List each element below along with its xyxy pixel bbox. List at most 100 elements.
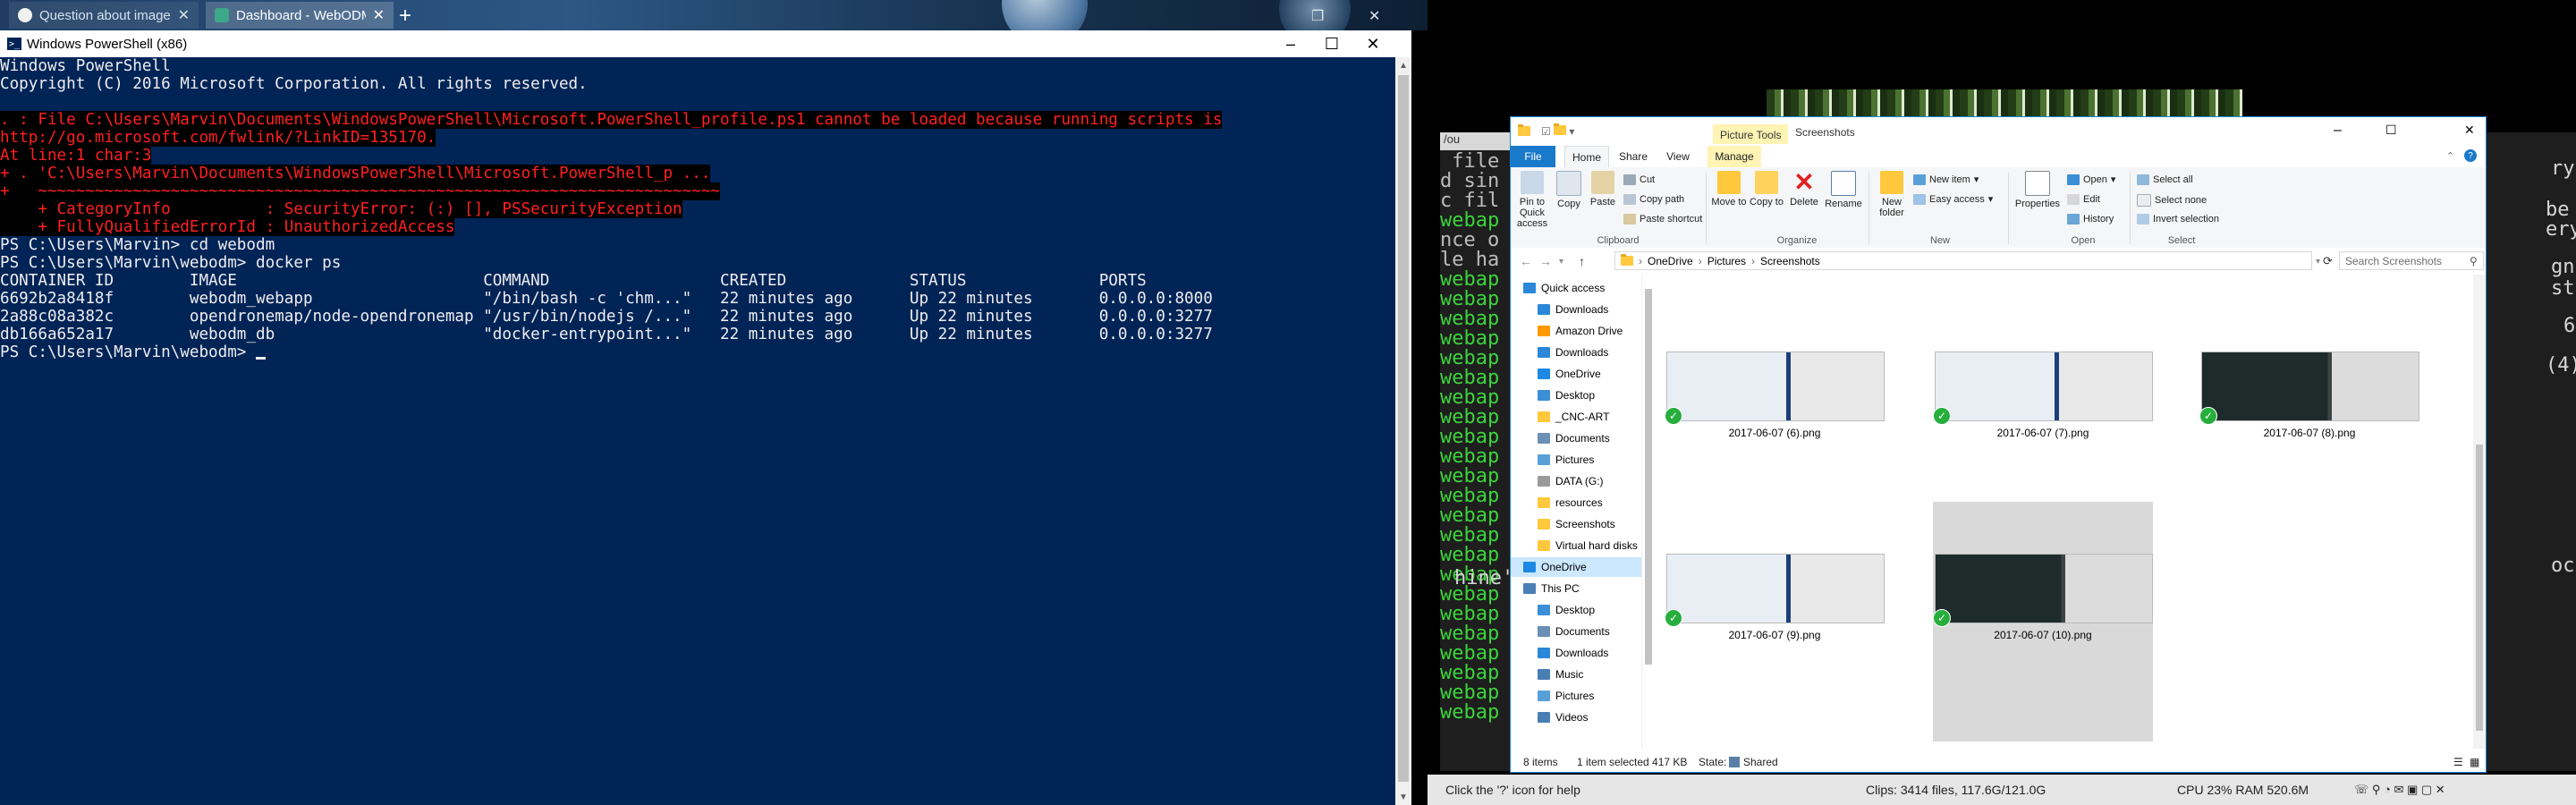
details-view-icon[interactable]: ☰ bbox=[2453, 756, 2463, 768]
new-item-button[interactable]: New item ▾ bbox=[1913, 174, 1979, 185]
cut-button[interactable]: Cut bbox=[1623, 174, 1655, 185]
nav-item-onedrive[interactable]: OneDrive⚲ bbox=[1511, 364, 1641, 384]
paste-button[interactable]: Paste bbox=[1588, 171, 1618, 208]
restore-icon[interactable]: ❐ bbox=[1311, 7, 1324, 25]
thumbnail-view-icon[interactable]: ▦ bbox=[2470, 756, 2479, 768]
refresh-icon[interactable]: ⟳ bbox=[2323, 254, 2333, 268]
content-scrollbar[interactable] bbox=[2473, 275, 2486, 749]
powershell-console[interactable]: Windows PowerShell Copyright (C) 2016 Mic… bbox=[0, 57, 1395, 805]
nav-item-onedrive[interactable]: OneDrive bbox=[1511, 557, 1641, 577]
nav-item-screenshots[interactable]: Screenshots bbox=[1511, 514, 1641, 534]
nav-item-virtual-hard-disks[interactable]: Virtual hard disks bbox=[1511, 536, 1641, 555]
breadcrumb-onedrive[interactable]: OneDrive bbox=[1648, 255, 1693, 267]
nav-item-label: Virtual hard disks bbox=[1555, 539, 1638, 552]
tray-icons[interactable]: ☏ ⚲ ◔ ✉ ▣ ▢ ✕ bbox=[2354, 783, 2445, 797]
address-bar[interactable]: › OneDrive › Pictures › Screenshots bbox=[1614, 251, 2312, 270]
nav-item-data-g[interactable]: DATA (G:) bbox=[1511, 471, 1641, 491]
properties-button[interactable]: Properties bbox=[2013, 171, 2062, 209]
help-icon[interactable]: ? bbox=[2464, 149, 2477, 162]
browser-tab-webodm[interactable]: Dashboard - WebODM ✕ bbox=[206, 2, 394, 29]
nav-item-downloads[interactable]: Downloads bbox=[1511, 643, 1641, 663]
select-all-button[interactable]: Select all bbox=[2137, 174, 2193, 185]
close-tab-icon[interactable]: ✕ bbox=[178, 6, 190, 24]
nav-item-desktop[interactable]: Desktop⚲ bbox=[1511, 386, 1641, 405]
easy-access-button[interactable]: Easy access ▾ bbox=[1913, 194, 1993, 205]
paste-shortcut-button[interactable]: Paste shortcut bbox=[1623, 214, 1702, 225]
forward-icon[interactable]: → bbox=[1539, 254, 1552, 268]
new-tab-button[interactable]: + bbox=[399, 4, 411, 29]
nav-item-music[interactable]: Music bbox=[1511, 665, 1641, 684]
nav-item-amazon-drive[interactable]: Amazon Drive⚲ bbox=[1511, 321, 1641, 341]
tab-manage[interactable]: Manage bbox=[1707, 146, 1761, 167]
navigation-scrollbar[interactable] bbox=[1641, 275, 1655, 749]
background-terminal-text: hine' bbox=[1454, 567, 1514, 589]
scroll-thumb[interactable] bbox=[1398, 75, 1409, 782]
edit-button[interactable]: Edit bbox=[2067, 194, 2100, 205]
quick-access-toolbar[interactable]: ☑ ▾ bbox=[1541, 123, 1574, 138]
scroll-thumb[interactable] bbox=[1645, 289, 1652, 665]
recent-dropdown-icon[interactable]: ▾ bbox=[1559, 257, 1563, 267]
file-item[interactable]: ✓ 2017-06-07 (6).png bbox=[1665, 275, 1885, 514]
select-none-button[interactable]: Select none bbox=[2137, 194, 2207, 207]
console-line: PS C:\Users\Marvin> cd webodm bbox=[0, 236, 1395, 254]
window-close-icon[interactable]: ✕ bbox=[1368, 7, 1380, 25]
close-button[interactable]: ✕ bbox=[1352, 30, 1394, 57]
nav-item-label: Desktop bbox=[1555, 604, 1596, 616]
nav-item-downloads[interactable]: Downloads⚲ bbox=[1511, 300, 1641, 319]
breadcrumb-screenshots[interactable]: Screenshots bbox=[1760, 255, 1820, 267]
scroll-up-icon[interactable]: ▲ bbox=[1395, 57, 1411, 73]
invert-selection-button[interactable]: Invert selection bbox=[2137, 214, 2219, 225]
minimize-button[interactable]: – bbox=[2334, 123, 2342, 139]
help-hint: Click the '?' icon for help bbox=[1445, 783, 1580, 797]
console-line: + FullyQualifiedErrorId : UnauthorizedAc… bbox=[0, 218, 1395, 236]
browser-tab-question[interactable]: Question about image uplo ✕ bbox=[9, 2, 199, 29]
tab-file[interactable]: File bbox=[1511, 146, 1555, 167]
search-input[interactable]: Search Screenshots bbox=[2339, 251, 2484, 270]
sync-status-icon: ✓ bbox=[1665, 609, 1682, 627]
console-scrollbar[interactable]: ▲ ▼ bbox=[1395, 57, 1411, 805]
up-icon[interactable]: ↑ bbox=[1579, 254, 1585, 268]
background-status-bar: Click the '?' icon for help Clips: 3414 … bbox=[1428, 775, 2576, 805]
ribbon-collapse-icon[interactable]: ⌃ bbox=[2446, 150, 2454, 162]
open-button[interactable]: Open ▾ bbox=[2067, 174, 2115, 185]
nav-item-this-pc[interactable]: This PC bbox=[1511, 579, 1641, 598]
close-tab-icon[interactable]: ✕ bbox=[373, 6, 385, 24]
maximize-button[interactable]: ☐ bbox=[2385, 123, 2397, 138]
nav-item-pictures[interactable]: Pictures⚲ bbox=[1511, 450, 1641, 470]
nav-item-desktop[interactable]: Desktop bbox=[1511, 600, 1641, 620]
minimize-button[interactable]: – bbox=[1270, 30, 1311, 57]
tab-view[interactable]: View bbox=[1657, 146, 1699, 167]
nav-item-downloads[interactable]: Downloads⚲ bbox=[1511, 343, 1641, 362]
copy-button[interactable]: Copy bbox=[1554, 171, 1584, 209]
nav-item-resources[interactable]: resources bbox=[1511, 493, 1641, 513]
pin-quick-access-button[interactable]: Pin to Quick access bbox=[1514, 171, 1550, 229]
rename-button[interactable]: Rename bbox=[1824, 171, 1863, 209]
nav-item-videos[interactable]: Videos bbox=[1511, 708, 1641, 727]
close-button[interactable]: ✕ bbox=[2464, 123, 2475, 138]
nav-item-cnc-art[interactable]: _CNC-ART⚲ bbox=[1511, 407, 1641, 427]
history-button[interactable]: History bbox=[2067, 214, 2114, 225]
back-icon[interactable]: ← bbox=[1520, 254, 1532, 268]
nav-item-quick-access[interactable]: Quick access bbox=[1511, 278, 1641, 298]
breadcrumb-pictures[interactable]: Pictures bbox=[1707, 255, 1746, 267]
prompt-line[interactable]: PS C:\Users\Marvin\webodm> bbox=[0, 343, 1395, 361]
file-item[interactable]: ✓ 2017-06-07 (9).png bbox=[1665, 502, 1885, 741]
nav-item-icon bbox=[1523, 583, 1536, 594]
file-item[interactable]: ✓ 2017-06-07 (8).png bbox=[2199, 275, 2419, 514]
maximize-button[interactable]: ☐ bbox=[1311, 30, 1352, 57]
nav-item-pictures[interactable]: Pictures bbox=[1511, 686, 1641, 706]
tab-share[interactable]: Share bbox=[1613, 146, 1654, 167]
file-item[interactable]: ✓ 2017-06-07 (7).png bbox=[1933, 275, 2153, 514]
tab-home[interactable]: Home bbox=[1564, 146, 1609, 167]
move-to-button[interactable]: Move to bbox=[1711, 171, 1747, 208]
delete-button[interactable]: ✕ Delete bbox=[1786, 170, 1822, 208]
file-item[interactable]: ✓ 2017-06-07 (10).png bbox=[1933, 502, 2153, 741]
copy-to-button[interactable]: Copy to bbox=[1749, 171, 1784, 208]
address-dropdown-icon[interactable]: ▾ bbox=[2316, 257, 2320, 267]
scroll-down-icon[interactable]: ▼ bbox=[1395, 789, 1411, 805]
copy-path-button[interactable]: Copy path bbox=[1623, 194, 1684, 205]
nav-item-documents[interactable]: Documents⚲ bbox=[1511, 428, 1641, 448]
nav-item-documents[interactable]: Documents bbox=[1511, 622, 1641, 641]
new-folder-button[interactable]: New folder bbox=[1874, 171, 1910, 218]
scroll-thumb[interactable] bbox=[2476, 445, 2483, 731]
